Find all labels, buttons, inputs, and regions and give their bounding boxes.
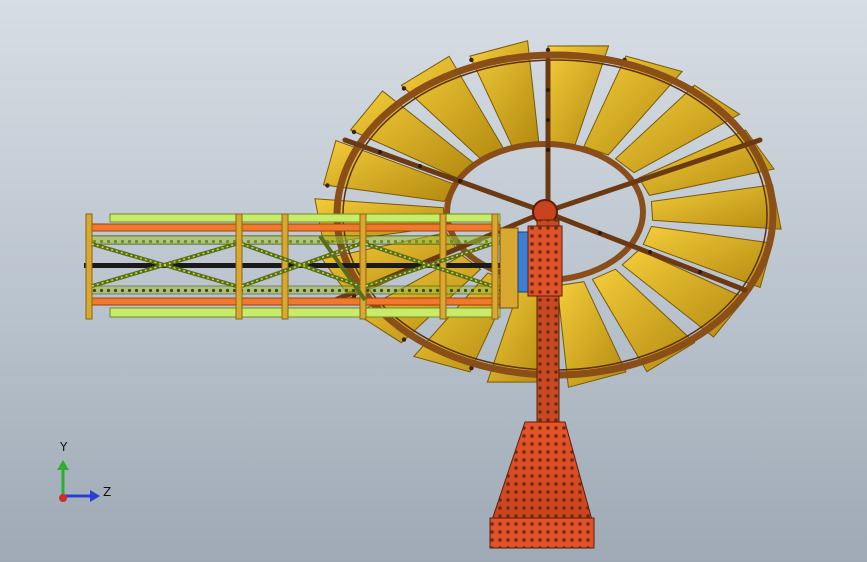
windmill-model[interactable] [0, 0, 867, 562]
rim-bolt [469, 57, 474, 63]
cad-viewport[interactable]: Y Z [0, 0, 867, 562]
rim-bolt [351, 129, 357, 135]
z-axis-arrow [90, 490, 100, 502]
tower-base [489, 421, 595, 549]
fan-blade [650, 184, 782, 230]
y-axis-label: Y [60, 440, 68, 454]
rim-bolt [545, 47, 551, 53]
tail-boom [84, 213, 537, 320]
rim-bolt [401, 86, 407, 91]
z-axis-label: Z [103, 485, 112, 499]
x-axis-dot [59, 494, 67, 502]
y-axis-arrow [57, 460, 69, 470]
rim-bolt [325, 183, 330, 188]
rim-bolt [401, 337, 407, 342]
axis-triad [57, 460, 100, 502]
